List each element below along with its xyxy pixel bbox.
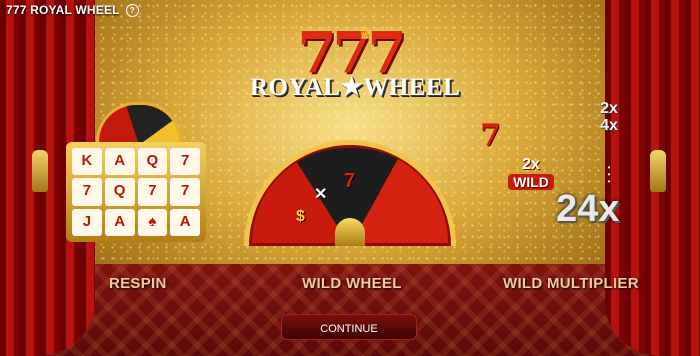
game-title: 777 ROYAL WHEEL: [6, 3, 120, 17]
wheel-x-symbol: ✕: [314, 186, 328, 203]
wild-multiplier-label: WILD MULTIPLIER: [503, 275, 639, 292]
reels-grid: K A Q 7 7 Q 7 7 J A ♠ A: [66, 142, 206, 242]
game-intro-screen: 777 ROYAL WHEEL ? ♛ 777 ROYAL★WHEEL K A …: [0, 0, 700, 356]
wild-multiplier-badge: 2x WILD: [508, 156, 554, 202]
reel-symbol: Q: [104, 178, 135, 206]
top-bar: 777 ROYAL WHEEL ?: [0, 0, 139, 20]
seven-symbol-icon: 7: [480, 118, 501, 153]
wild-word: WILD: [508, 174, 554, 190]
crown-icon: ♛: [358, 26, 373, 43]
game-logo: ♛ 777 ROYAL★WHEEL: [250, 20, 461, 118]
reel-symbol: 7: [170, 148, 200, 176]
reel-symbol: ♠: [137, 208, 168, 236]
reel-symbol: 7: [170, 178, 200, 206]
wheel-dollar-symbol: $: [296, 208, 305, 225]
multiplier-item: 4x: [600, 117, 618, 134]
right-tassel-icon: [650, 150, 666, 192]
continue-button[interactable]: CONTINUE: [281, 314, 417, 340]
max-multiplier: 24x: [556, 188, 620, 230]
reel-symbol: A: [170, 208, 200, 236]
help-icon[interactable]: ?: [125, 3, 139, 17]
wild-wheel-illustration: ✕ 7 $: [244, 140, 456, 246]
reel-symbol: K: [72, 148, 102, 176]
wild-wheel-label: WILD WHEEL: [302, 275, 402, 292]
wild-multiplier-value: 2x: [522, 156, 540, 173]
reel-symbol: 7: [72, 178, 102, 206]
multiplier-dots: • • •: [607, 163, 611, 186]
multiplier-item: 2x: [600, 100, 618, 117]
wheel-hub-icon: [335, 218, 365, 246]
reel-symbol: J: [72, 208, 102, 236]
reel-symbol: 7: [137, 178, 168, 206]
reel-symbol: A: [104, 208, 135, 236]
reel-symbol: A: [104, 148, 135, 176]
multiplier-list: 2x 4x: [594, 100, 624, 134]
logo-text: ROYAL★WHEEL: [250, 74, 461, 101]
left-tassel-icon: [32, 150, 48, 192]
respin-reels-illustration: K A Q 7 7 Q 7 7 J A ♠ A: [66, 102, 206, 242]
reels-top-wheel-icon: [96, 102, 182, 145]
wheel-seven-symbol: 7: [344, 170, 356, 192]
wild-multiplier-illustration: 7 2x WILD 2x 4x • • • 24x: [478, 100, 620, 250]
respin-label: RESPIN: [109, 275, 167, 292]
reel-symbol: Q: [137, 148, 168, 176]
logo-numbers: 777: [297, 20, 407, 86]
